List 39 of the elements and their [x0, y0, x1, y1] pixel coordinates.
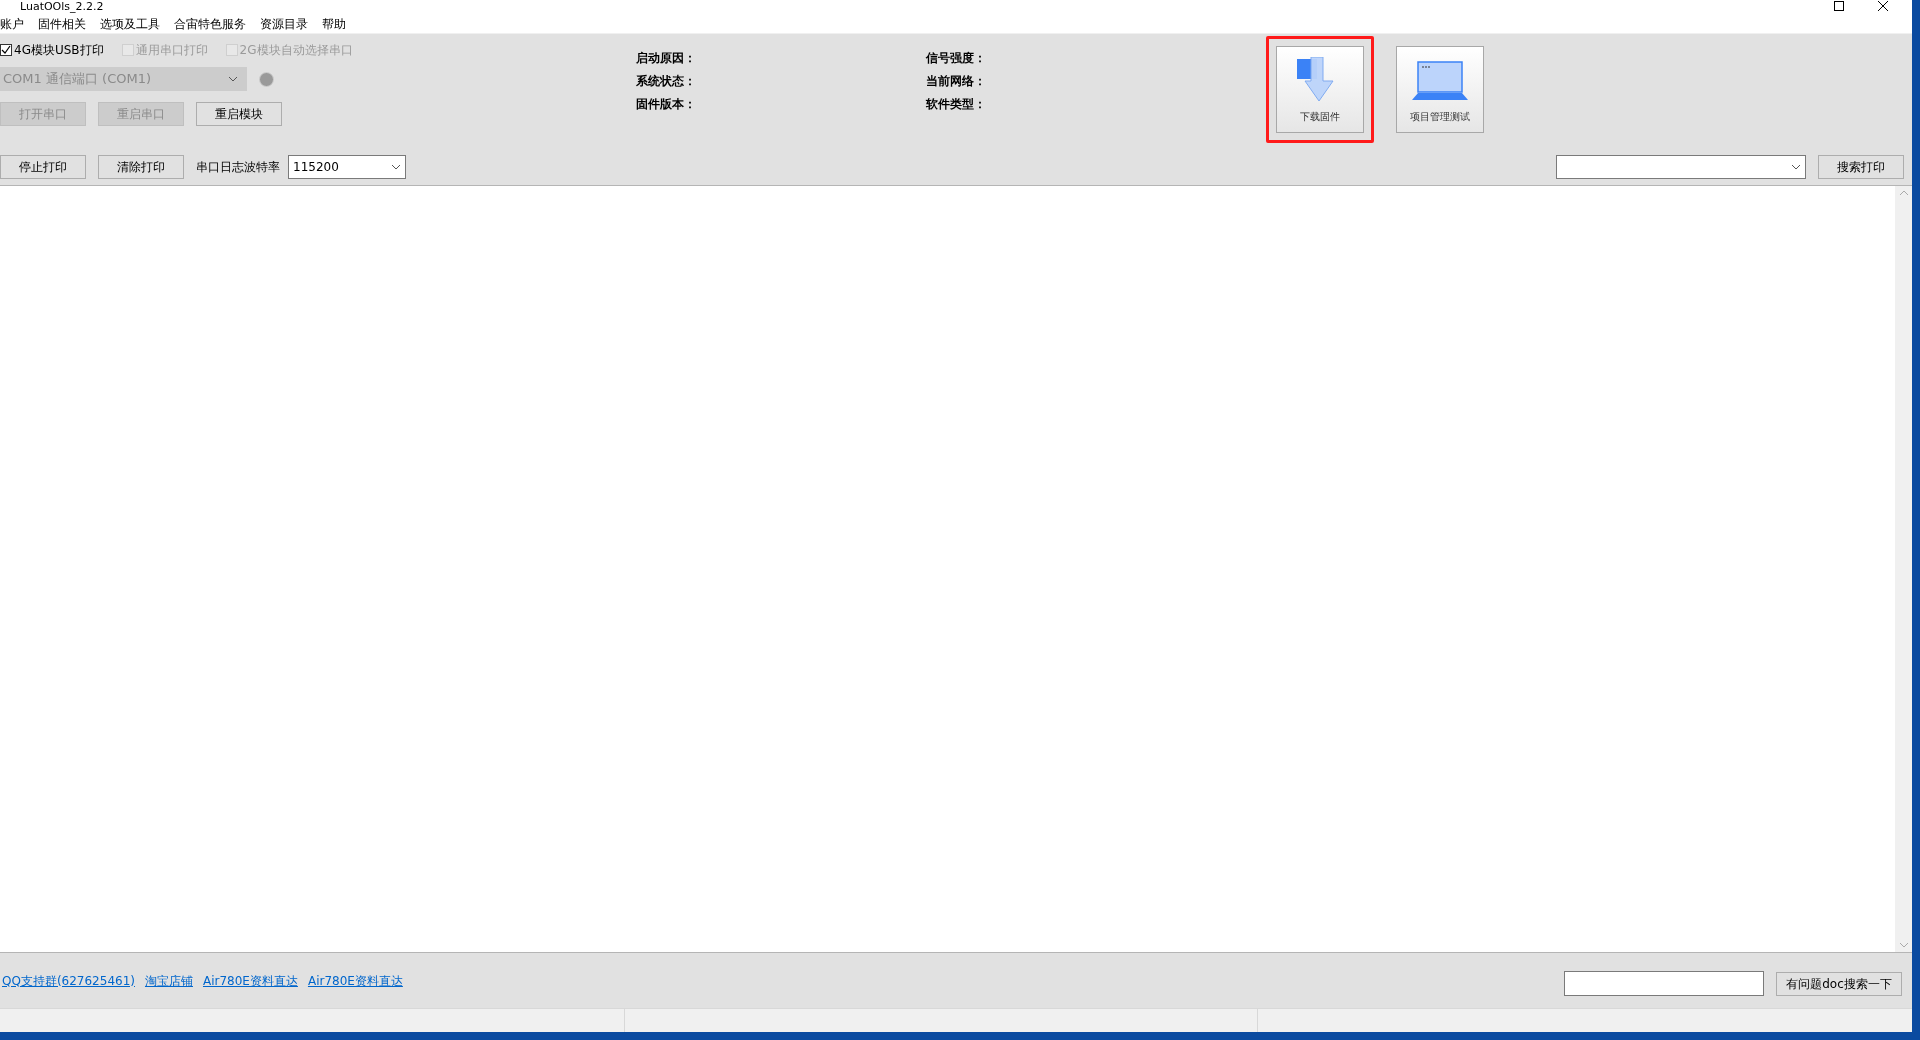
chevron-down-icon: [228, 76, 238, 82]
info-label: 当前网络：: [926, 73, 987, 90]
help-link[interactable]: QQ支持群(627625461): [2, 971, 135, 990]
menu-item[interactable]: 帮助: [322, 14, 346, 33]
help-link[interactable]: 淘宝店铺: [144, 971, 193, 990]
help-link[interactable]: Air780E资料直达: [202, 971, 298, 990]
info-label: 固件版本：: [636, 96, 697, 113]
maximize-icon[interactable]: [1834, 1, 1844, 11]
port-button[interactable]: 重启模块: [196, 102, 282, 126]
chevron-down-icon: [1791, 164, 1801, 170]
help-link[interactable]: Air780E资料直达: [307, 971, 403, 990]
search-button[interactable]: 搜索打印: [1818, 155, 1904, 179]
tool-button[interactable]: 下载固件: [1276, 46, 1364, 133]
close-icon[interactable]: [1878, 1, 1888, 11]
log-button[interactable]: 清除打印: [98, 155, 184, 179]
chevron-down-icon: [391, 164, 401, 170]
info-label: 信号强度：: [926, 50, 987, 67]
info-label: 软件类型：: [926, 96, 987, 113]
laptop-icon: [1412, 61, 1468, 101]
checkbox-label: 4G模块USB打印: [14, 42, 104, 59]
menu-item[interactable]: 合宙特色服务: [174, 14, 246, 33]
status-light-icon: [259, 71, 274, 87]
menu-item[interactable]: 资源目录: [260, 14, 308, 33]
doc-search-field[interactable]: [1564, 971, 1764, 996]
menu-item[interactable]: 账户: [0, 14, 24, 33]
log-button[interactable]: 停止打印: [0, 155, 86, 179]
checkbox[interactable]: [0, 44, 12, 56]
menu-item[interactable]: 固件相关: [38, 14, 86, 33]
checkbox-label: 通用串口打印: [135, 42, 208, 59]
doc-search-button[interactable]: 有问题doc搜索一下: [1776, 971, 1902, 996]
menu-item[interactable]: 选项及工具: [100, 14, 160, 33]
baud-dropdown[interactable]: 115200: [288, 155, 406, 179]
window-title: LuatOOls_2.2.2: [20, 0, 104, 13]
tool-button[interactable]: 项目管理测试: [1396, 46, 1484, 133]
search-dropdown[interactable]: [1556, 155, 1806, 179]
baud-label: 串口日志波特率: [196, 159, 280, 176]
checkbox-label: 2G模块自动选择串口: [239, 42, 353, 59]
info-label: 系统状态：: [636, 73, 697, 90]
info-label: 启动原因：: [636, 50, 697, 67]
